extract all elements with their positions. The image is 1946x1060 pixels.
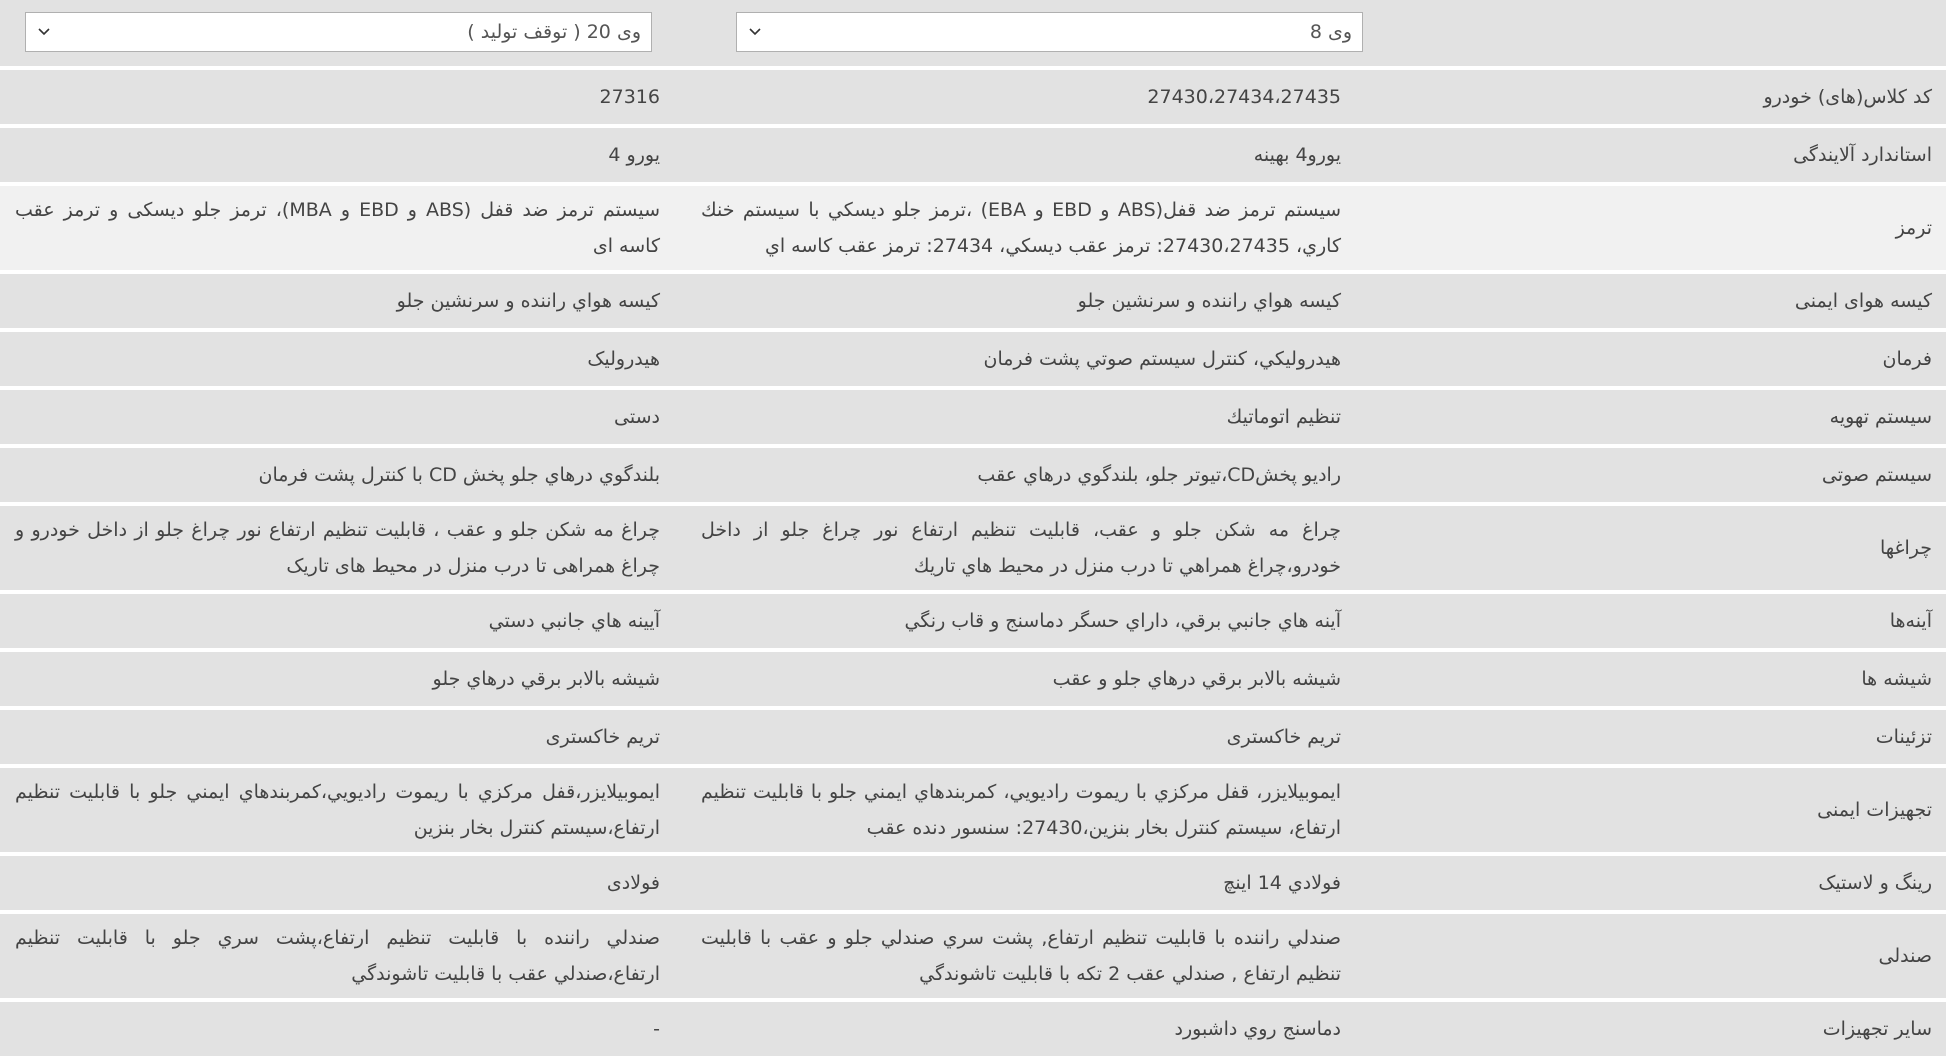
model-select-right[interactable]: وی 20 ( توقف تولید ) <box>25 12 652 52</box>
spec-value-model-a: تنظيم اتوماتيك <box>1226 406 1341 428</box>
spec-value-model-b: شيشه بالابر برقي درهاي جلو <box>432 668 661 690</box>
spec-value-model-a: يورو4 بهينه <box>1253 144 1341 166</box>
model-selector-bar: وی 20 ( توقف تولید ) وی 8 <box>0 0 1946 66</box>
spec-row-mirrors: آینه‌ها آينه هاي جانبي برقي، داراي حسگر … <box>0 594 1946 648</box>
spec-value-model-b: - <box>653 1018 660 1040</box>
spec-value-model-a: چراغ مه شكن جلو و عقب، قابليت تنظيم ارتف… <box>701 519 1341 577</box>
spec-label: صندلی <box>1878 945 1932 967</box>
spec-label: چراغها <box>1880 537 1932 559</box>
spec-value-model-a: 27430،27434،27435 <box>1147 86 1341 108</box>
spec-row-safety-equipment: تجهیزات ایمنی ايموبيلايزر، قفل مركزي با … <box>0 768 1946 852</box>
spec-value-model-b: 27316 <box>599 86 660 108</box>
spec-label: سایر تجهیزات <box>1822 1018 1932 1040</box>
spec-value-model-b: صندلي راننده با قابليت تنظيم ارتفاع،پشت … <box>15 927 660 985</box>
spec-value-model-b: تریم خاکستری <box>545 726 660 748</box>
spec-value-model-b: چراغ مه شکن جلو و عقب ، قابلیت تنظیم ارت… <box>15 519 660 577</box>
spec-row-steering: فرمان هيدروليكي، كنترل سيستم صوتي پشت فر… <box>0 332 1946 386</box>
spec-label: سیستم صوتی <box>1821 464 1932 486</box>
spec-value-model-a: كيسه هواي راننده و سرنشين جلو <box>1077 290 1341 312</box>
spec-value-model-a: راديو پخشCD،تيوتر جلو، بلندگوي درهاي عقب <box>977 464 1341 486</box>
spec-value-model-b: فولادی <box>606 872 660 894</box>
spec-row-other-equipment: سایر تجهیزات دماسنج روي داشبورد - <box>0 1002 1946 1056</box>
spec-label: سیستم تهویه <box>1829 406 1932 428</box>
spec-value-model-a: دماسنج روي داشبورد <box>1174 1018 1342 1040</box>
spec-label: فرمان <box>1882 348 1933 370</box>
spec-value-model-a: فولادي 14 اينچ <box>1223 872 1341 894</box>
spec-row-lights: چراغها چراغ مه شكن جلو و عقب، قابليت تنظ… <box>0 506 1946 590</box>
spec-label: شیشه ها <box>1861 668 1932 690</box>
spec-value-model-b: ايموبيلايزر،قفل مركزي با ريموت راديويي،ك… <box>15 781 660 839</box>
spec-value-model-a: شيشه بالابر برقي درهاي جلو و عقب <box>1052 668 1341 690</box>
spec-value-model-b: كيسه هواي راننده و سرنشين جلو <box>396 290 660 312</box>
chevron-down-icon <box>749 28 761 36</box>
model-select-left-value: وی 8 <box>1309 21 1352 43</box>
spec-label: تجهیزات ایمنی <box>1817 799 1932 821</box>
spec-label: ترمز <box>1895 217 1932 239</box>
spec-row-seats: صندلی صندلي راننده با قابليت تنظيم ارتفا… <box>0 914 1946 998</box>
spec-value-model-b: یورو 4 <box>608 144 660 166</box>
spec-label: رینگ و لاستیک <box>1818 872 1932 894</box>
spec-label: کیسه هوای ایمنی <box>1794 290 1932 312</box>
chevron-down-icon <box>38 28 50 36</box>
spec-label: کد کلاس(های) خودرو <box>1763 86 1932 108</box>
spec-value-model-a: تریم خاکستری <box>1226 726 1341 748</box>
spec-value-model-b: هیدرولیک <box>587 348 660 370</box>
spec-value-model-a: صندلي راننده با قابليت تنظيم ارتفاع, پشت… <box>701 927 1341 985</box>
spec-row-ventilation: سیستم تهویه تنظيم اتوماتيك دستی <box>0 390 1946 444</box>
spec-value-model-a: ايموبيلايزر، قفل مركزي با ريموت راديويي،… <box>701 781 1341 839</box>
model-select-left[interactable]: وی 8 <box>736 12 1363 52</box>
spec-row-windows: شیشه ها شيشه بالابر برقي درهاي جلو و عقب… <box>0 652 1946 706</box>
spec-label: استاندارد آلایندگی <box>1793 144 1932 166</box>
spec-label: تزئینات <box>1875 726 1932 748</box>
spec-row-wheels-tires: رینگ و لاستیک فولادي 14 اينچ فولادی <box>0 856 1946 910</box>
spec-row-trim: تزئینات تریم خاکستری تریم خاکستری <box>0 710 1946 764</box>
spec-value-model-b: سیستم ترمز ضد قفل (ABS و EBD و MBA)، ترم… <box>15 199 660 257</box>
spec-row-audio-system: سیستم صوتی راديو پخشCD،تيوتر جلو، بلندگو… <box>0 448 1946 502</box>
spec-label: آینه‌ها <box>1889 610 1932 632</box>
spec-value-model-b: آيينه هاي جانبي دستي <box>488 610 660 632</box>
spec-value-model-b: دستی <box>614 406 660 428</box>
spec-row-brakes: ترمز سيستم ترمز ضد قفل(ABS و EBD و EBA) … <box>0 186 1946 270</box>
spec-row-airbags: کیسه هوای ایمنی كيسه هواي راننده و سرنشي… <box>0 274 1946 328</box>
spec-row-class-code: کد کلاس(های) خودرو 27430،27434،27435 273… <box>0 70 1946 124</box>
spec-value-model-a: سيستم ترمز ضد قفل(ABS و EBD و EBA) ،ترمز… <box>701 199 1341 257</box>
spec-comparison-page: وی 20 ( توقف تولید ) وی 8 کد کلاس(های) خ… <box>0 0 1946 1056</box>
spec-value-model-a: آينه هاي جانبي برقي، داراي حسگر دماسنج و… <box>904 610 1341 632</box>
spec-value-model-a: هيدروليكي، كنترل سيستم صوتي پشت فرمان <box>983 348 1342 370</box>
model-select-right-value: وی 20 ( توقف تولید ) <box>467 21 641 43</box>
spec-value-model-b: بلندگوي درهاي جلو پخش CD با كنترل پشت فر… <box>258 464 660 486</box>
spec-row-emission-standard: استاندارد آلایندگی يورو4 بهينه یورو 4 <box>0 128 1946 182</box>
spec-table: کد کلاس(های) خودرو 27430،27434،27435 273… <box>0 70 1946 1060</box>
